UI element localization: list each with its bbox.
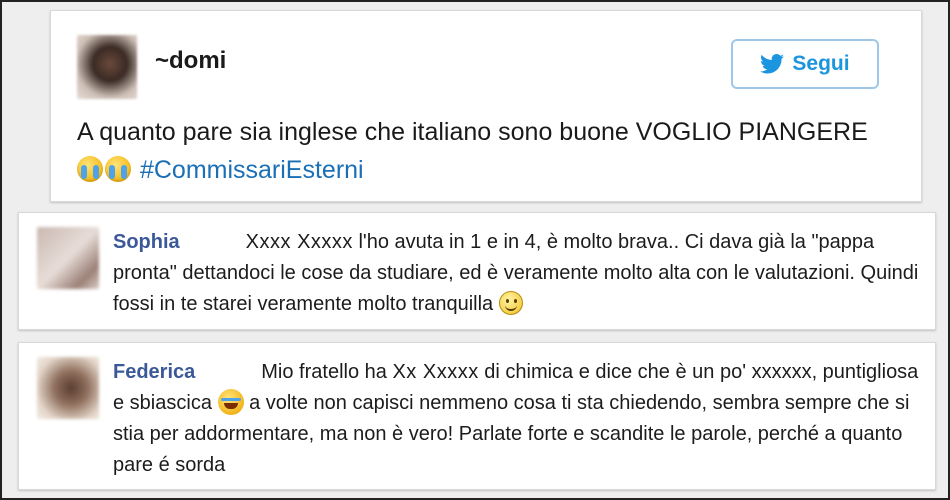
follow-label: Segui <box>792 52 850 75</box>
comment-text: Sophia Xxxx Xxxxx l'ho avuta in 1 e in 4,… <box>113 227 925 320</box>
tears-of-joy-face-icon <box>217 389 244 415</box>
loudly-crying-face-icon <box>105 156 131 182</box>
commenter-name[interactable]: Sophia <box>113 231 180 253</box>
hashtag-link[interactable]: #CommissariEsterni <box>140 156 364 184</box>
comment-card: Federica Mio fratello ha Xx Xxxxx di chim… <box>18 342 936 490</box>
smiling-face-icon <box>498 291 523 315</box>
comment-text: Federica Mio fratello ha Xx Xxxxx di chim… <box>113 357 925 481</box>
tweet-body: A quanto pare sia inglese che italiano s… <box>77 118 868 146</box>
tweet-author[interactable]: ~domi <box>155 47 226 75</box>
comment-card: Sophia Xxxx Xxxxx l'ho avuta in 1 e in 4,… <box>18 212 936 330</box>
tweet-text: A quanto pare sia inglese che italiano s… <box>77 113 877 189</box>
commenter-name[interactable]: Federica <box>113 361 195 383</box>
screenshot-frame: ~domi Segui A quanto pare sia inglese ch… <box>0 0 950 500</box>
avatar[interactable] <box>77 35 137 99</box>
twitter-bird-icon <box>760 54 785 74</box>
loudly-crying-face-icon <box>77 156 103 182</box>
censored-name: Xxxx Xxxxx <box>245 231 353 253</box>
comment-body-start: Mio fratello ha <box>261 361 387 383</box>
follow-button[interactable]: Segui <box>731 39 879 89</box>
avatar[interactable] <box>37 357 99 419</box>
censored-name: Xx Xxxxx <box>392 361 479 383</box>
tweet-card: ~domi Segui A quanto pare sia inglese ch… <box>50 10 922 202</box>
avatar[interactable] <box>37 227 99 289</box>
